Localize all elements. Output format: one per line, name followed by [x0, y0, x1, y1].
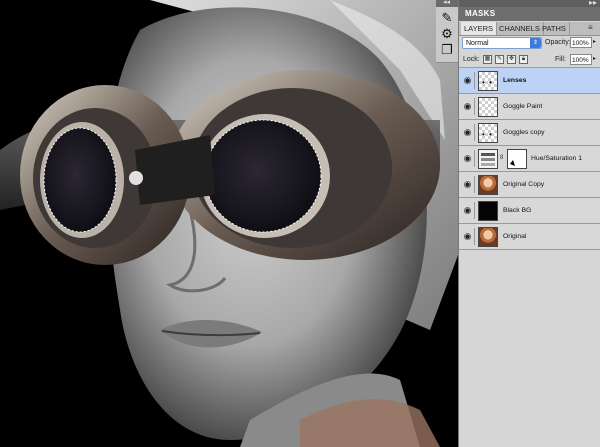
layer-row-original-copy[interactable]: ◉ Original Copy — [459, 172, 600, 198]
layer-thumbnail — [478, 227, 498, 247]
layer-mask-thumbnail[interactable] — [507, 149, 527, 169]
layer-thumbnail: • • — [478, 71, 498, 91]
collapsed-panel-strip: ◂◂ ✎ ⚙ ❐ — [436, 0, 459, 63]
fill-input[interactable]: 100% — [570, 54, 592, 65]
lock-transparency-icon[interactable]: ▦ — [483, 55, 492, 64]
layer-name: Hue/Saturation 1 — [531, 155, 583, 162]
masks-panel-title: MASKS — [465, 9, 496, 18]
layer-thumbnail — [478, 97, 498, 117]
fill-slider-toggle-icon[interactable]: ▸ — [593, 54, 600, 65]
masks-panel-header[interactable]: MASKS — [459, 7, 600, 21]
visibility-eye-icon[interactable]: ◉ — [461, 124, 475, 141]
opacity-label: Opacity: — [545, 39, 571, 46]
panel-collapse-glyph[interactable]: ▸▸ — [589, 0, 597, 7]
brush-with-dots-icon[interactable]: ✎ — [439, 10, 455, 26]
lock-all-icon[interactable]: 🔒︎ — [519, 55, 528, 64]
visibility-eye-icon[interactable]: ◉ — [461, 150, 475, 167]
layers-tabs: LAYERS CHANNELS PATHS ≡ — [459, 22, 600, 36]
fill-label: Fill: — [555, 56, 566, 63]
collapse-glyph: ◂◂ — [443, 0, 451, 6]
layer-name: Goggles copy — [503, 129, 545, 136]
visibility-eye-icon[interactable]: ◉ — [461, 202, 475, 219]
visibility-eye-icon[interactable]: ◉ — [461, 228, 475, 245]
adjustment-layer-icon — [478, 149, 498, 169]
layer-row-black-bg[interactable]: ◉ Black BG — [459, 198, 600, 224]
visibility-eye-icon[interactable]: ◉ — [461, 98, 475, 115]
layer-thumbnail — [478, 201, 498, 221]
layer-row-original[interactable]: ◉ Original — [459, 224, 600, 250]
opacity-slider-toggle-icon[interactable]: ▸ — [593, 37, 600, 48]
blend-row: Normal ⇕ Opacity: 100% ▸ — [459, 35, 600, 52]
lock-pixels-icon[interactable]: ✎ — [495, 55, 504, 64]
link-chain-icon: 8 — [500, 155, 504, 161]
layer-row-goggle-paint[interactable]: ◉ Goggle Paint — [459, 94, 600, 120]
tab-channels[interactable]: CHANNELS — [496, 22, 544, 35]
blend-mode-select[interactable]: Normal ⇕ — [462, 37, 542, 49]
layer-thumbnail — [478, 175, 498, 195]
layer-row-goggles-copy[interactable]: ◉ • • Goggles copy — [459, 120, 600, 146]
lock-label: Lock: — [463, 56, 480, 63]
layer-row-hue-saturation[interactable]: ◉ 8 Hue/Saturation 1 — [459, 146, 600, 172]
layer-name: Goggle Paint — [503, 103, 543, 110]
visibility-eye-icon[interactable]: ◉ — [461, 72, 475, 89]
tab-paths[interactable]: PATHS — [539, 22, 570, 35]
layers-panel: ▸▸ MASKS LAYERS CHANNELS PATHS ≡ Normal … — [458, 0, 600, 447]
panel-dock-bar[interactable]: ▸▸ — [459, 0, 600, 7]
layer-row-lenses[interactable]: ◉ • • Lenses — [459, 68, 600, 94]
layer-name: Lenses — [503, 77, 527, 84]
layer-thumbnail: • • — [478, 123, 498, 143]
panel-menu-icon[interactable]: ≡ — [588, 24, 596, 32]
layer-name: Black BG — [503, 207, 532, 214]
layer-name: Original Copy — [503, 181, 545, 188]
lock-position-icon[interactable]: ✥ — [507, 55, 516, 64]
lock-row: Lock: ▦ ✎ ✥ 🔒︎ Fill: 100% ▸ — [459, 53, 600, 68]
chevron-updown-icon: ⇕ — [530, 38, 541, 48]
visibility-eye-icon[interactable]: ◉ — [461, 176, 475, 193]
adjustments-icon[interactable]: ⚙ — [439, 26, 455, 42]
blend-mode-value: Normal — [466, 40, 489, 47]
clone-icon[interactable]: ❐ — [439, 42, 455, 58]
opacity-input[interactable]: 100% — [570, 37, 592, 48]
tab-layers[interactable]: LAYERS — [461, 22, 498, 35]
strip-collapse-handle[interactable]: ◂◂ — [436, 0, 458, 7]
layer-name: Original — [503, 233, 527, 240]
